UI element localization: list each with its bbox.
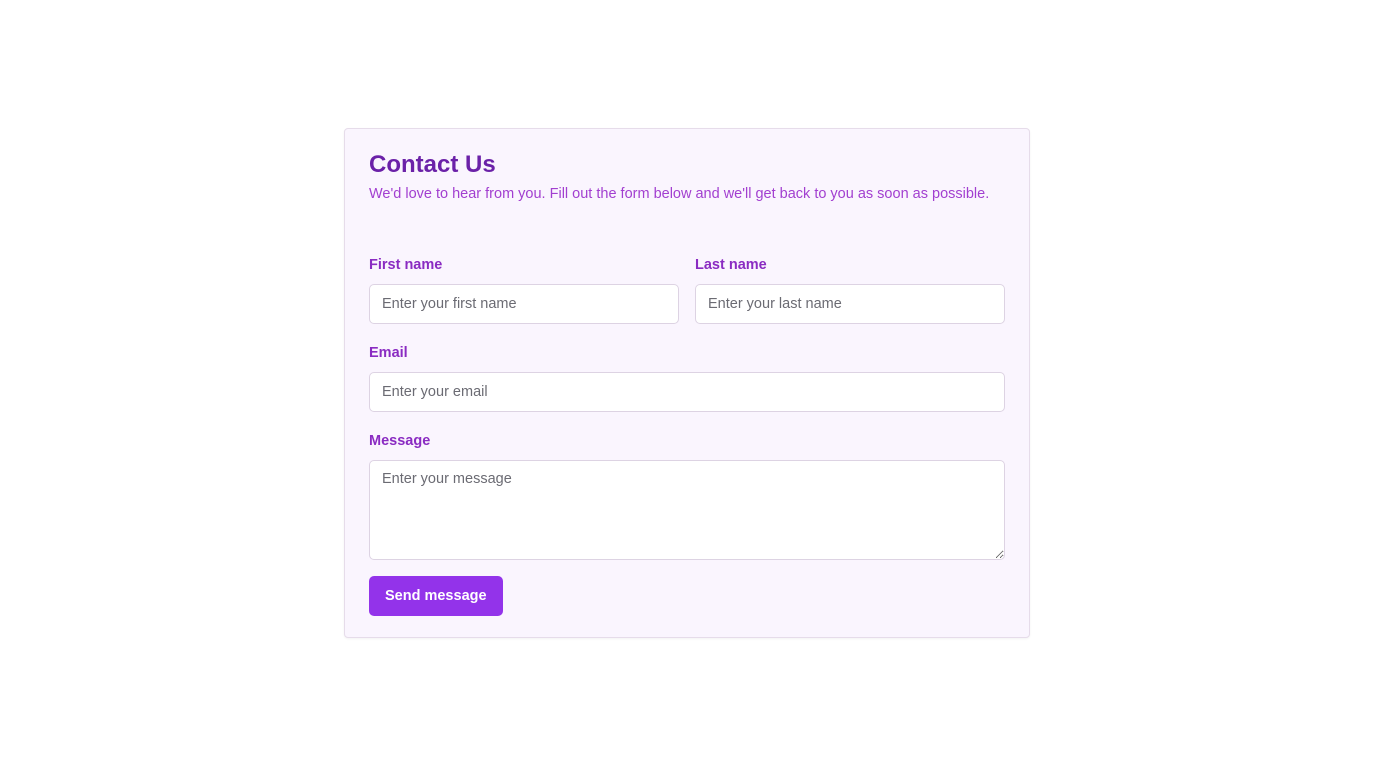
first-name-label: First name: [369, 257, 443, 273]
first-name-group: First name: [369, 256, 679, 324]
form-title: Contact Us: [369, 151, 496, 178]
last-name-group: Last name: [695, 256, 1005, 324]
first-name-input[interactable]: [369, 284, 679, 324]
send-message-button[interactable]: Send message: [369, 576, 503, 616]
message-group: Message: [369, 432, 1005, 560]
last-name-label: Last name: [695, 257, 767, 273]
form-subtitle: We'd love to hear from you. Fill out the…: [369, 186, 990, 202]
message-label: Message: [369, 433, 431, 449]
email-input[interactable]: [369, 372, 1005, 412]
email-label: Email: [369, 345, 408, 361]
name-row: First name Last name: [369, 256, 1005, 324]
contact-form-card: Contact Us We'd love to hear from you. F…: [344, 128, 1030, 638]
email-group: Email: [369, 344, 1005, 412]
last-name-input[interactable]: [695, 284, 1005, 324]
message-textarea[interactable]: [369, 460, 1005, 560]
